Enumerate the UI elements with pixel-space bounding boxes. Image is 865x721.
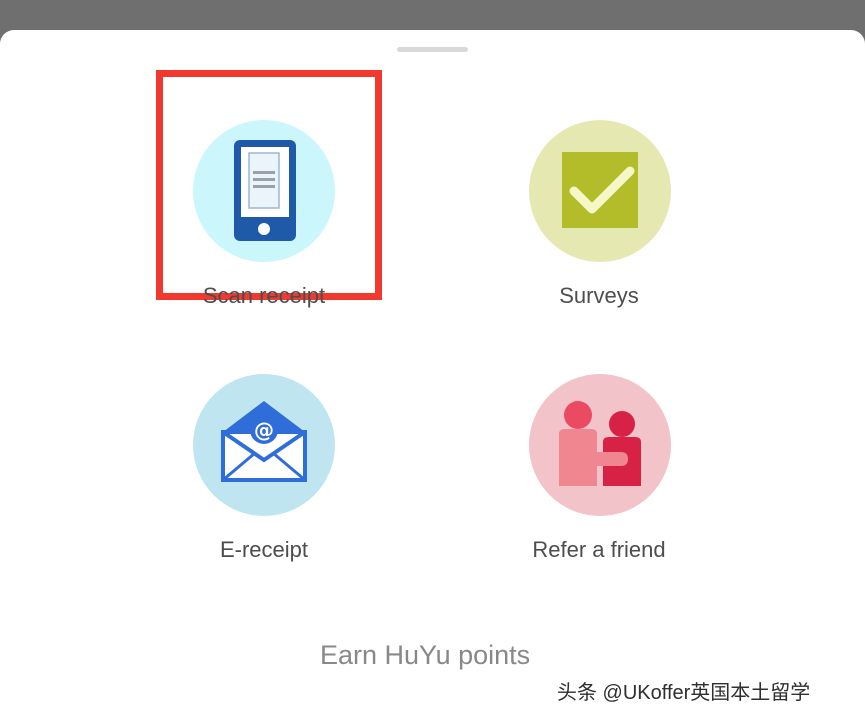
svg-text:@: @	[254, 418, 274, 442]
scan-receipt-circle[interactable]	[193, 120, 335, 262]
phone-receipt-icon	[234, 140, 296, 241]
e-receipt-circle[interactable]: @	[193, 374, 335, 516]
checkbox-icon	[562, 152, 638, 228]
refer-a-friend-circle[interactable]	[529, 374, 671, 516]
surveys-circle[interactable]	[529, 120, 671, 262]
scan-receipt-label: Scan receipt	[202, 283, 326, 308]
drag-handle[interactable]	[397, 47, 468, 52]
surveys-label: Surveys	[559, 283, 639, 308]
refer-a-friend-label: Refer a friend	[532, 537, 666, 562]
earn-points-title: Earn HuYu points	[320, 640, 531, 670]
e-receipt-label: E-receipt	[219, 537, 309, 562]
bottom-sheet	[0, 30, 865, 721]
email-envelope-icon: @	[221, 401, 307, 482]
watermark-text: 头条 @UKoffer英国本土留学	[557, 682, 811, 704]
people-icon	[559, 401, 641, 486]
